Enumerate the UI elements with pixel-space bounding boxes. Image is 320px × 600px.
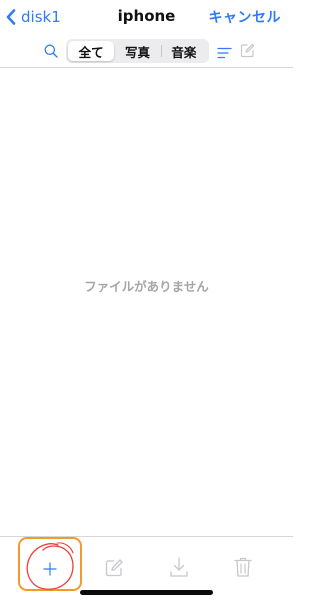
search-icon — [44, 44, 58, 58]
select-edit-button[interactable] — [240, 43, 255, 62]
plus-icon — [43, 562, 57, 576]
category-segmented-control: 全て 写真 音楽 — [66, 39, 209, 63]
segment-music-label: 音楽 — [171, 44, 197, 60]
trash-icon — [234, 557, 252, 577]
segment-photos[interactable]: 写真 — [114, 41, 160, 61]
download-button[interactable] — [168, 555, 190, 579]
home-indicator[interactable] — [80, 590, 213, 595]
segment-photos-label: 写真 — [124, 44, 150, 60]
sort-button[interactable] — [217, 44, 232, 63]
empty-state-message: ファイルがありません — [84, 279, 209, 294]
segment-all-label: 全て — [78, 44, 104, 60]
back-button[interactable]: disk1 — [6, 6, 61, 28]
add-button[interactable] — [18, 537, 84, 593]
edit-icon — [240, 43, 255, 58]
navigation-bar: disk1 iphone キャンセル — [0, 0, 293, 34]
chevron-left-icon — [6, 9, 16, 25]
filter-bar: 全て 写真 音楽 — [0, 35, 293, 68]
delete-button[interactable] — [233, 555, 253, 579]
edit-icon — [105, 559, 123, 577]
search-button[interactable] — [44, 43, 58, 62]
download-icon — [170, 557, 188, 577]
cancel-button[interactable]: キャンセル — [209, 7, 282, 27]
file-browser-screen: disk1 iphone キャンセル 全て 写真 音楽 ファイルがありません — [0, 0, 293, 600]
edit-button[interactable] — [103, 557, 125, 579]
sort-lines-icon — [217, 47, 232, 59]
back-button-label: disk1 — [21, 8, 61, 26]
segment-all[interactable]: 全て — [68, 41, 115, 61]
segment-music[interactable]: 音楽 — [160, 41, 207, 61]
